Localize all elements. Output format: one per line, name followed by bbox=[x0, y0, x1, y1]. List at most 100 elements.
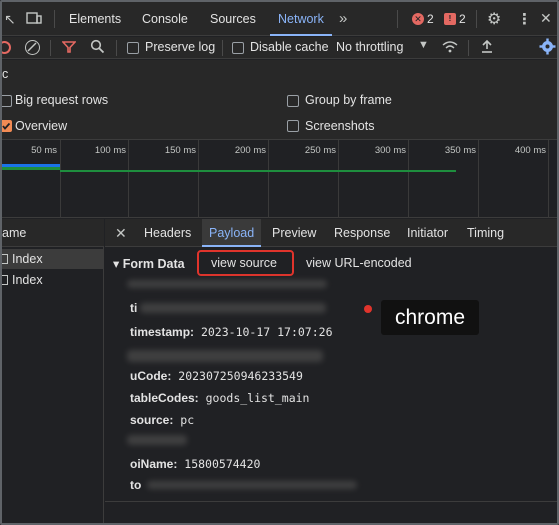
record-icon[interactable] bbox=[2, 41, 11, 54]
divider bbox=[50, 40, 51, 56]
form-field-key: tableCodes: bbox=[130, 391, 199, 405]
filter-icon[interactable] bbox=[61, 40, 77, 57]
redacted-field bbox=[127, 350, 323, 362]
preserve-log-checkbox[interactable] bbox=[127, 42, 139, 54]
tick-label: 250 ms bbox=[304, 145, 336, 156]
screenshots-label[interactable]: Screenshots bbox=[305, 119, 374, 133]
form-field-key: timestamp: bbox=[130, 325, 195, 339]
network-conditions-icon[interactable] bbox=[442, 40, 458, 57]
form-field-value: 202307250946233549 bbox=[178, 369, 303, 383]
close-icon[interactable]: ✕ bbox=[115, 225, 127, 242]
chevron-down-icon[interactable]: ▼ bbox=[418, 39, 429, 51]
close-icon[interactable]: ✕ bbox=[540, 10, 552, 27]
preserve-log-label[interactable]: Preserve log bbox=[145, 40, 215, 54]
tick-label: 300 ms bbox=[374, 145, 406, 156]
tab-preview[interactable]: Preview bbox=[272, 219, 316, 247]
request-bar-line bbox=[60, 170, 456, 172]
tab-payload[interactable]: Payload bbox=[202, 219, 262, 247]
issue-count[interactable]: 2 bbox=[459, 12, 466, 26]
tab-network[interactable]: Network bbox=[270, 2, 332, 36]
error-count[interactable]: 2 bbox=[427, 12, 434, 26]
redacted-field bbox=[127, 280, 327, 288]
divider bbox=[105, 501, 557, 502]
search-icon[interactable] bbox=[90, 39, 105, 57]
screenshots-checkbox[interactable] bbox=[287, 120, 299, 132]
error-icon[interactable]: ✕ bbox=[412, 13, 424, 25]
request-list: ame Index Index bbox=[2, 219, 104, 523]
tab-console[interactable]: Console bbox=[142, 2, 188, 36]
tick-label: 100 ms bbox=[94, 145, 126, 156]
more-options-icon[interactable]: ⋮ bbox=[517, 10, 532, 28]
tick-label: 50 ms bbox=[31, 145, 57, 156]
import-har-icon[interactable] bbox=[480, 39, 494, 57]
name-column-header[interactable]: ame bbox=[2, 226, 26, 240]
device-toolbar-icon[interactable] bbox=[26, 10, 42, 29]
redacted-field bbox=[147, 481, 357, 489]
tab-sources[interactable]: Sources bbox=[210, 2, 256, 36]
disable-cache-label[interactable]: Disable cache bbox=[250, 40, 329, 54]
form-field-key: ti bbox=[130, 301, 138, 315]
truncated-label: c bbox=[2, 67, 9, 81]
tick-label: 150 ms bbox=[164, 145, 196, 156]
divider bbox=[54, 10, 55, 28]
devtools-tab-bar: ↖ Elements Console Sources Network » ✕ 2… bbox=[2, 2, 557, 36]
network-settings-panel: c Big request rows Group by frame Overvi… bbox=[2, 60, 557, 140]
timeline-overview[interactable]: 50 ms 100 ms 150 ms 200 ms 250 ms 300 ms… bbox=[2, 140, 557, 218]
network-bottom-pane: ame Index Index ✕ Headers Payload Previe… bbox=[2, 219, 557, 523]
tab-response[interactable]: Response bbox=[334, 219, 390, 247]
divider bbox=[397, 10, 398, 28]
form-field-key: to bbox=[130, 478, 142, 492]
network-settings-gear-icon[interactable] bbox=[539, 38, 556, 58]
form-field-row: oiName: 15800574420 bbox=[130, 457, 260, 471]
annotation-dot bbox=[364, 305, 372, 313]
request-row[interactable]: Index bbox=[2, 270, 104, 290]
group-by-frame-label[interactable]: Group by frame bbox=[305, 93, 392, 107]
view-url-encoded-link[interactable]: view URL-encoded bbox=[306, 256, 412, 270]
divider bbox=[222, 40, 223, 56]
form-field-value: goods_list_main bbox=[205, 391, 310, 405]
devtools-window: ↖ Elements Console Sources Network » ✕ 2… bbox=[0, 0, 559, 525]
inspect-element-icon[interactable]: ↖ bbox=[4, 11, 16, 28]
tick-line bbox=[60, 140, 61, 218]
disable-cache-checkbox[interactable] bbox=[232, 42, 244, 54]
divider bbox=[468, 40, 469, 56]
annotation-label: chrome bbox=[381, 300, 479, 335]
form-data-section-toggle[interactable]: ▾ Form Data bbox=[113, 256, 185, 271]
form-field-row: to bbox=[130, 478, 141, 492]
form-field-value: 2023-10-17 17:07:26 bbox=[200, 325, 333, 339]
form-field-key: uCode: bbox=[130, 369, 172, 383]
gear-icon[interactable]: ⚙ bbox=[487, 9, 501, 29]
view-source-link[interactable]: view source bbox=[211, 256, 277, 270]
detail-tabs: ✕ Headers Payload Preview Response Initi… bbox=[105, 219, 557, 247]
request-name[interactable]: Index bbox=[12, 249, 43, 269]
form-field-key: source: bbox=[130, 413, 174, 427]
tick-line bbox=[548, 140, 549, 218]
tab-headers[interactable]: Headers bbox=[144, 219, 191, 247]
overview-label[interactable]: Overview bbox=[15, 119, 67, 133]
form-field-row: tableCodes: goods_list_main bbox=[130, 391, 309, 405]
request-detail-pane: ✕ Headers Payload Preview Response Initi… bbox=[105, 219, 557, 523]
big-request-rows-checkbox[interactable] bbox=[2, 95, 12, 107]
issue-icon[interactable]: ! bbox=[444, 13, 456, 25]
tab-initiator[interactable]: Initiator bbox=[407, 219, 448, 247]
clear-icon[interactable] bbox=[25, 40, 40, 55]
big-request-rows-label[interactable]: Big request rows bbox=[15, 93, 108, 107]
request-row[interactable]: Index bbox=[2, 249, 104, 269]
overview-checkbox[interactable] bbox=[2, 120, 12, 132]
tab-timing[interactable]: Timing bbox=[467, 219, 504, 247]
request-name[interactable]: Index bbox=[12, 270, 43, 290]
tick-label: 400 ms bbox=[514, 145, 546, 156]
form-field-value: 15800574420 bbox=[184, 457, 261, 471]
tick-line bbox=[338, 140, 339, 218]
form-field-row: uCode: 202307250946233549 bbox=[130, 369, 303, 383]
double-chevron-right-icon[interactable]: » bbox=[339, 10, 347, 27]
group-by-frame-checkbox[interactable] bbox=[287, 95, 299, 107]
throttling-select[interactable]: No throttling bbox=[336, 40, 403, 54]
divider bbox=[476, 10, 477, 28]
form-field-row: source: pc bbox=[130, 413, 194, 427]
tab-elements[interactable]: Elements bbox=[69, 2, 121, 36]
redacted-field bbox=[127, 435, 187, 445]
tick-label: 200 ms bbox=[234, 145, 266, 156]
form-field-value: pc bbox=[180, 413, 195, 427]
divider bbox=[116, 40, 117, 56]
